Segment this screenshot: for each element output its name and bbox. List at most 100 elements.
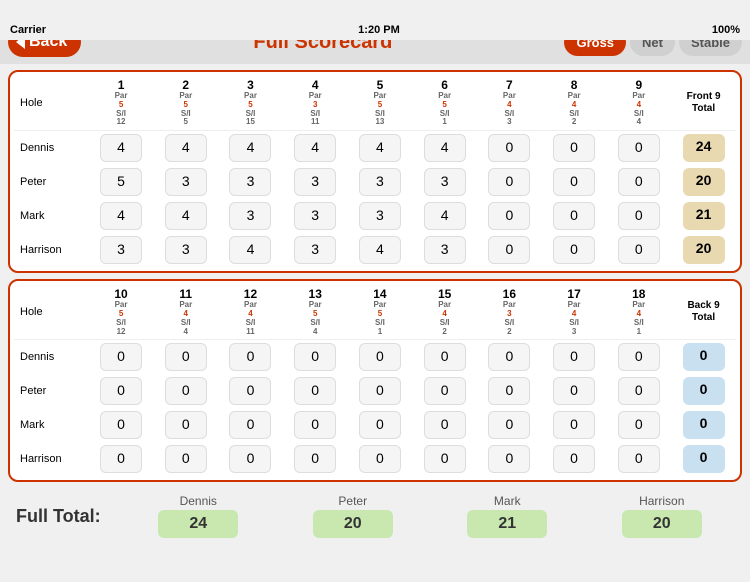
player-name-back9: Peter xyxy=(14,374,89,408)
player-name-front9: Harrison xyxy=(14,233,89,267)
back9-total-cell: 0 xyxy=(671,442,736,476)
score-cell[interactable]: 3 xyxy=(412,165,477,199)
score-cell[interactable]: 0 xyxy=(542,165,607,199)
score-cell[interactable]: 3 xyxy=(153,165,218,199)
score-cell-back[interactable]: 0 xyxy=(348,374,413,408)
score-cell-back[interactable]: 0 xyxy=(412,340,477,375)
back9-total-header: Back 9Total xyxy=(671,285,736,340)
score-cell-back[interactable]: 0 xyxy=(542,340,607,375)
score-cell[interactable]: 3 xyxy=(89,233,154,267)
hole-8-header: 8 Par4S/I2 xyxy=(542,76,607,131)
carrier-label: Carrier xyxy=(10,24,46,36)
score-cell-back[interactable]: 0 xyxy=(542,442,607,476)
score-cell-back[interactable]: 0 xyxy=(542,408,607,442)
score-cell[interactable]: 0 xyxy=(477,233,542,267)
score-cell-back[interactable]: 0 xyxy=(218,408,283,442)
score-cell-back[interactable]: 0 xyxy=(283,442,348,476)
score-cell[interactable]: 3 xyxy=(218,165,283,199)
player-name-back9: Mark xyxy=(14,408,89,442)
score-cell-back[interactable]: 0 xyxy=(477,408,542,442)
score-cell[interactable]: 4 xyxy=(218,233,283,267)
score-cell[interactable]: 4 xyxy=(153,199,218,233)
score-cell[interactable]: 4 xyxy=(348,233,413,267)
score-cell[interactable]: 0 xyxy=(477,199,542,233)
score-cell[interactable]: 0 xyxy=(477,131,542,166)
score-cell[interactable]: 3 xyxy=(283,165,348,199)
back9-total-cell: 0 xyxy=(671,374,736,408)
score-cell[interactable]: 3 xyxy=(348,165,413,199)
score-cell-back[interactable]: 0 xyxy=(477,442,542,476)
score-cell-back[interactable]: 0 xyxy=(218,442,283,476)
score-cell[interactable]: 3 xyxy=(283,199,348,233)
score-cell[interactable]: 4 xyxy=(412,131,477,166)
score-cell[interactable]: 4 xyxy=(89,199,154,233)
score-cell-back[interactable]: 0 xyxy=(153,340,218,375)
back9-player-row: Peter0000000000 xyxy=(14,374,736,408)
full-total-player-score: 20 xyxy=(313,510,393,538)
back9-section: Hole 10 Par5S/I12 11 Par4S/I4 12 Par4S/I… xyxy=(8,279,742,482)
back9-player-row: Dennis0000000000 xyxy=(14,340,736,375)
score-cell[interactable]: 0 xyxy=(477,165,542,199)
hole-col-header: Hole xyxy=(14,76,89,131)
score-cell-back[interactable]: 0 xyxy=(153,408,218,442)
score-cell[interactable]: 0 xyxy=(542,131,607,166)
hole-6-header: 6 Par5S/I1 xyxy=(412,76,477,131)
score-cell-back[interactable]: 0 xyxy=(412,442,477,476)
score-cell-back[interactable]: 0 xyxy=(606,374,671,408)
score-cell[interactable]: 0 xyxy=(606,165,671,199)
full-total-player-name: Peter xyxy=(338,494,367,508)
score-cell-back[interactable]: 0 xyxy=(477,374,542,408)
score-cell-back[interactable]: 0 xyxy=(606,408,671,442)
score-cell-back[interactable]: 0 xyxy=(283,340,348,375)
score-cell-back[interactable]: 0 xyxy=(348,442,413,476)
front9-total-cell: 20 xyxy=(671,165,736,199)
score-cell[interactable]: 4 xyxy=(283,131,348,166)
score-cell-back[interactable]: 0 xyxy=(89,442,154,476)
hole-11-header: 11 Par4S/I4 xyxy=(153,285,218,340)
score-cell-back[interactable]: 0 xyxy=(283,374,348,408)
front9-table: Hole 1 Par5S/I12 2 Par5S/I5 3 Par5S/I15 xyxy=(14,76,736,267)
score-cell-back[interactable]: 0 xyxy=(153,374,218,408)
score-cell[interactable]: 0 xyxy=(542,199,607,233)
score-cell[interactable]: 5 xyxy=(89,165,154,199)
hole-13-header: 13 Par5S/I4 xyxy=(283,285,348,340)
score-cell-back[interactable]: 0 xyxy=(412,408,477,442)
score-cell-back[interactable]: 0 xyxy=(218,374,283,408)
score-cell-back[interactable]: 0 xyxy=(89,408,154,442)
score-cell-back[interactable]: 0 xyxy=(477,340,542,375)
hole-5-header: 5 Par5S/I13 xyxy=(348,76,413,131)
score-cell-back[interactable]: 0 xyxy=(218,340,283,375)
score-cell[interactable]: 0 xyxy=(606,131,671,166)
score-cell-back[interactable]: 0 xyxy=(606,442,671,476)
score-cell-back[interactable]: 0 xyxy=(153,442,218,476)
score-cell-back[interactable]: 0 xyxy=(89,340,154,375)
back9-header-row: Hole 10 Par5S/I12 11 Par4S/I4 12 Par4S/I… xyxy=(14,285,736,340)
front9-player-row: Dennis44444400024 xyxy=(14,131,736,166)
score-cell[interactable]: 0 xyxy=(606,233,671,267)
score-cell-back[interactable]: 0 xyxy=(348,340,413,375)
score-cell[interactable]: 4 xyxy=(153,131,218,166)
full-total-player-name: Dennis xyxy=(180,494,217,508)
score-cell[interactable]: 3 xyxy=(153,233,218,267)
battery-label: 100% xyxy=(712,24,740,36)
score-cell-back[interactable]: 0 xyxy=(89,374,154,408)
score-cell[interactable]: 0 xyxy=(606,199,671,233)
score-cell[interactable]: 0 xyxy=(542,233,607,267)
front9-section: Hole 1 Par5S/I12 2 Par5S/I5 3 Par5S/I15 xyxy=(8,70,742,273)
score-cell[interactable]: 4 xyxy=(89,131,154,166)
score-cell[interactable]: 3 xyxy=(218,199,283,233)
score-cell[interactable]: 3 xyxy=(348,199,413,233)
score-cell[interactable]: 4 xyxy=(218,131,283,166)
score-cell-back[interactable]: 0 xyxy=(348,408,413,442)
score-cell-back[interactable]: 0 xyxy=(542,374,607,408)
player-name-front9: Peter xyxy=(14,165,89,199)
hole-10-header: 10 Par5S/I12 xyxy=(89,285,154,340)
score-cell[interactable]: 4 xyxy=(348,131,413,166)
score-cell[interactable]: 3 xyxy=(412,233,477,267)
score-cell[interactable]: 3 xyxy=(283,233,348,267)
score-cell-back[interactable]: 0 xyxy=(606,340,671,375)
back9-table: Hole 10 Par5S/I12 11 Par4S/I4 12 Par4S/I… xyxy=(14,285,736,476)
score-cell-back[interactable]: 0 xyxy=(412,374,477,408)
score-cell[interactable]: 4 xyxy=(412,199,477,233)
score-cell-back[interactable]: 0 xyxy=(283,408,348,442)
